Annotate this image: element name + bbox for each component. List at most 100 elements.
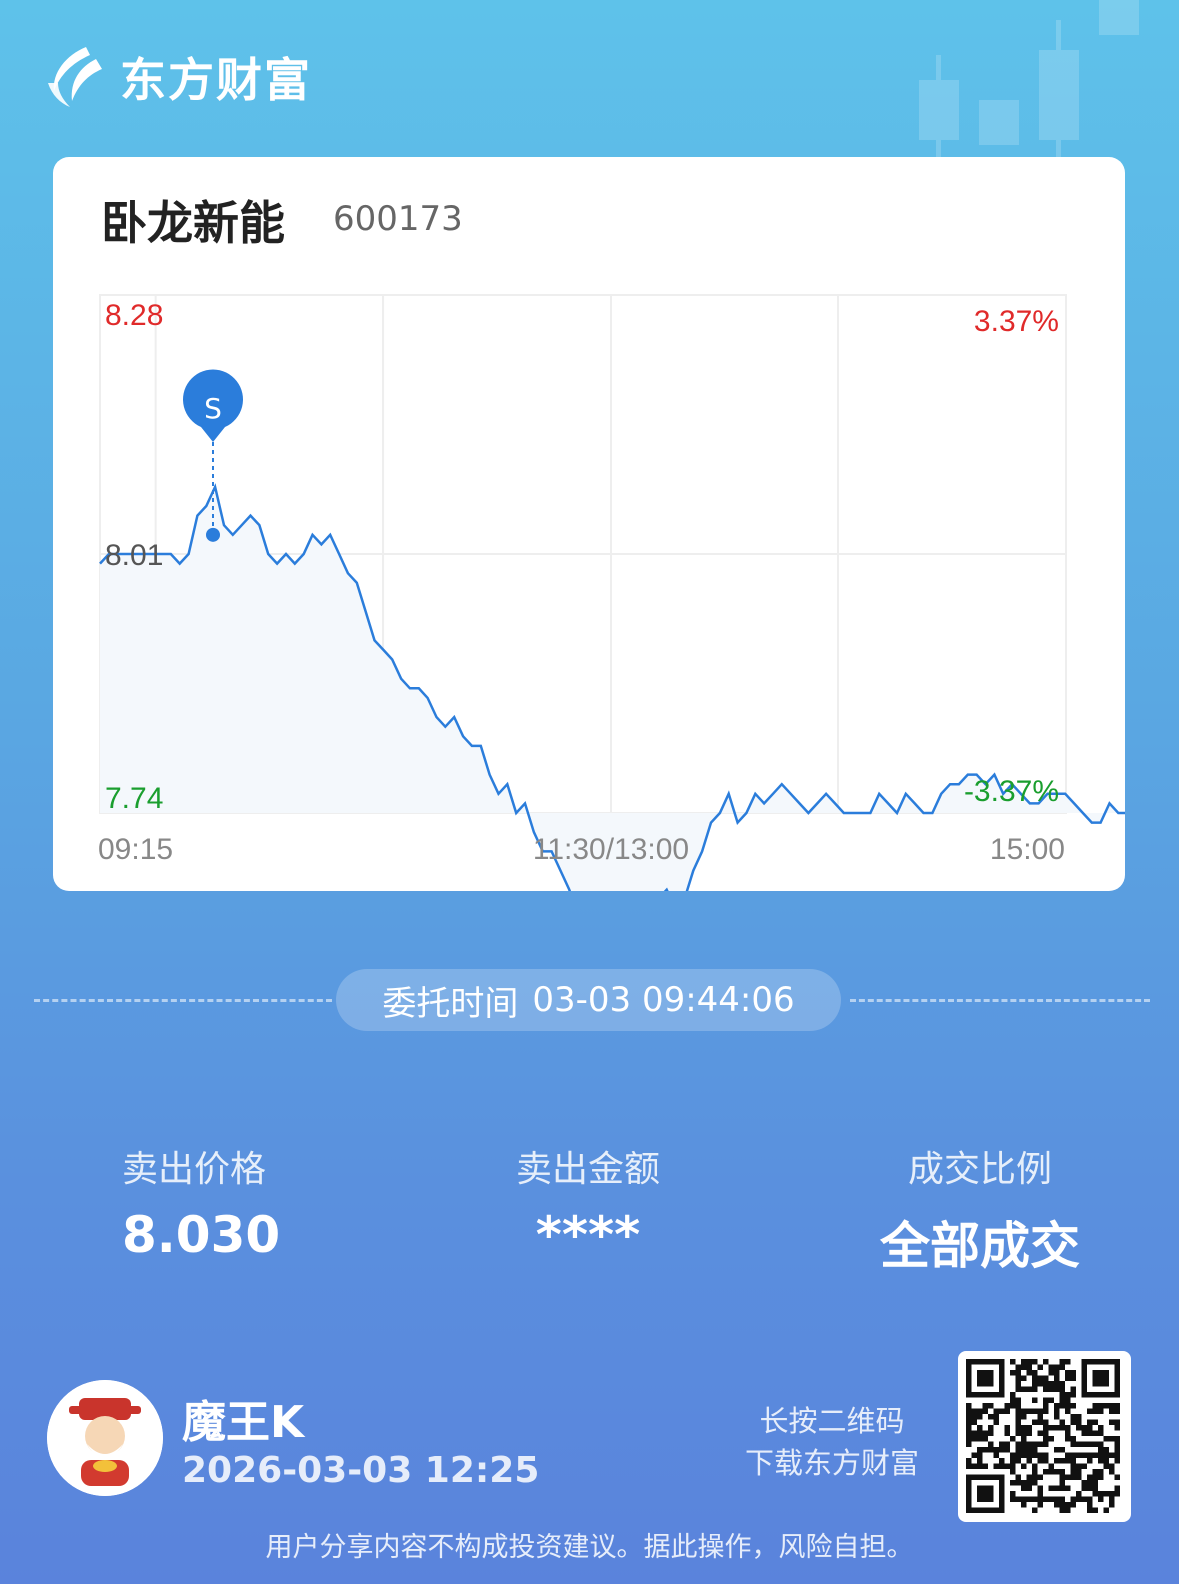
- qr-module: [1037, 1485, 1043, 1491]
- sell-marker-pin[interactable]: S: [183, 369, 243, 442]
- qr-module: [1098, 1452, 1104, 1458]
- qr-module: [1021, 1485, 1027, 1491]
- qr-finder: [1092, 1370, 1109, 1387]
- qr-module: [993, 1452, 999, 1458]
- download-qr-code[interactable]: [958, 1351, 1131, 1522]
- qr-module: [977, 1458, 983, 1464]
- qr-module: [971, 1408, 977, 1414]
- qr-module: [1059, 1469, 1065, 1475]
- qr-module: [1021, 1414, 1027, 1420]
- qr-module: [1065, 1397, 1071, 1403]
- qr-module: [1059, 1425, 1065, 1431]
- qr-module: [1015, 1474, 1021, 1480]
- qr-module: [1054, 1370, 1060, 1376]
- qr-module: [977, 1436, 983, 1442]
- qr-module: [1098, 1430, 1104, 1436]
- qr-module: [1092, 1419, 1098, 1425]
- qr-module: [982, 1447, 988, 1453]
- qr-module: [971, 1463, 977, 1469]
- qr-module: [999, 1458, 1005, 1464]
- qr-module: [966, 1408, 972, 1414]
- qr-module: [1076, 1452, 1082, 1458]
- qr-module: [1109, 1469, 1115, 1475]
- qr-module: [1021, 1359, 1027, 1365]
- qr-module: [1065, 1408, 1071, 1414]
- qr-module: [1065, 1392, 1071, 1398]
- qr-module: [1010, 1491, 1016, 1497]
- qr-module: [1015, 1425, 1021, 1431]
- qr-module: [1059, 1397, 1065, 1403]
- order-time-label: 委托时间: [382, 983, 519, 1024]
- qr-module: [1070, 1463, 1076, 1469]
- qr-module: [982, 1463, 988, 1469]
- qr-module: [993, 1463, 999, 1469]
- qr-module: [1021, 1480, 1027, 1486]
- qr-module: [1021, 1375, 1027, 1381]
- avatar[interactable]: [47, 1380, 163, 1496]
- qr-module: [966, 1403, 972, 1409]
- qr-module: [1087, 1430, 1093, 1436]
- qr-module: [1076, 1469, 1082, 1475]
- qr-module: [1021, 1441, 1027, 1447]
- qr-module: [1037, 1375, 1043, 1381]
- qr-module: [1026, 1441, 1032, 1447]
- qr-module: [1070, 1414, 1076, 1420]
- price-mid-label: 8.01: [105, 539, 163, 572]
- qr-module: [1087, 1496, 1093, 1502]
- qr-module: [1065, 1436, 1071, 1442]
- qr-module: [1103, 1403, 1109, 1409]
- qr-module: [971, 1452, 977, 1458]
- qr-module: [1026, 1370, 1032, 1376]
- qr-module: [1021, 1447, 1027, 1453]
- share-time: 2026-03-03 12:25: [182, 1450, 540, 1491]
- qr-module: [1048, 1381, 1054, 1387]
- qr-module: [1048, 1436, 1054, 1442]
- qr-module: [1032, 1419, 1038, 1425]
- qr-module: [1037, 1452, 1043, 1458]
- qr-module: [1054, 1425, 1060, 1431]
- qr-module: [1103, 1452, 1109, 1458]
- qr-module: [1021, 1408, 1027, 1414]
- qr-module: [966, 1419, 972, 1425]
- qr-module: [977, 1447, 983, 1453]
- qr-module: [1065, 1502, 1071, 1508]
- qr-module: [999, 1408, 1005, 1414]
- qr-module: [1054, 1447, 1060, 1453]
- qr-module: [1076, 1496, 1082, 1502]
- qr-code-icon: [966, 1359, 1120, 1513]
- qr-module: [1059, 1447, 1065, 1453]
- qr-module: [1043, 1408, 1049, 1414]
- qr-module: [1015, 1441, 1021, 1447]
- qr-module: [1092, 1474, 1098, 1480]
- qr-module: [1010, 1469, 1016, 1475]
- qr-module: [1109, 1452, 1115, 1458]
- qr-module: [1043, 1386, 1049, 1392]
- qr-module: [1059, 1392, 1065, 1398]
- qr-module: [1059, 1381, 1065, 1387]
- qr-module: [1048, 1364, 1054, 1370]
- qr-module: [1103, 1507, 1109, 1513]
- qr-module: [1070, 1386, 1076, 1392]
- pct-low-label: -3.37%: [964, 775, 1059, 808]
- qr-module: [982, 1403, 988, 1409]
- qr-module: [1032, 1381, 1038, 1387]
- qr-module: [1092, 1507, 1098, 1513]
- qr-module: [1043, 1425, 1049, 1431]
- qr-module: [1026, 1485, 1032, 1491]
- qr-module: [1103, 1458, 1109, 1464]
- qr-module: [993, 1419, 999, 1425]
- qr-module: [1065, 1507, 1071, 1513]
- qr-module: [1043, 1496, 1049, 1502]
- qr-module: [966, 1414, 972, 1420]
- qr-module: [1070, 1496, 1076, 1502]
- qr-module: [1070, 1419, 1076, 1425]
- qr-module: [1004, 1441, 1010, 1447]
- qr-module: [1076, 1419, 1082, 1425]
- qr-module: [1059, 1359, 1065, 1365]
- qr-module: [1070, 1502, 1076, 1508]
- qr-module: [1015, 1408, 1021, 1414]
- qr-module: [971, 1436, 977, 1442]
- qr-module: [1081, 1425, 1087, 1431]
- disclaimer: 用户分享内容不构成投资建议。据此操作，风险自担。: [265, 1532, 914, 1563]
- qr-module: [1032, 1447, 1038, 1453]
